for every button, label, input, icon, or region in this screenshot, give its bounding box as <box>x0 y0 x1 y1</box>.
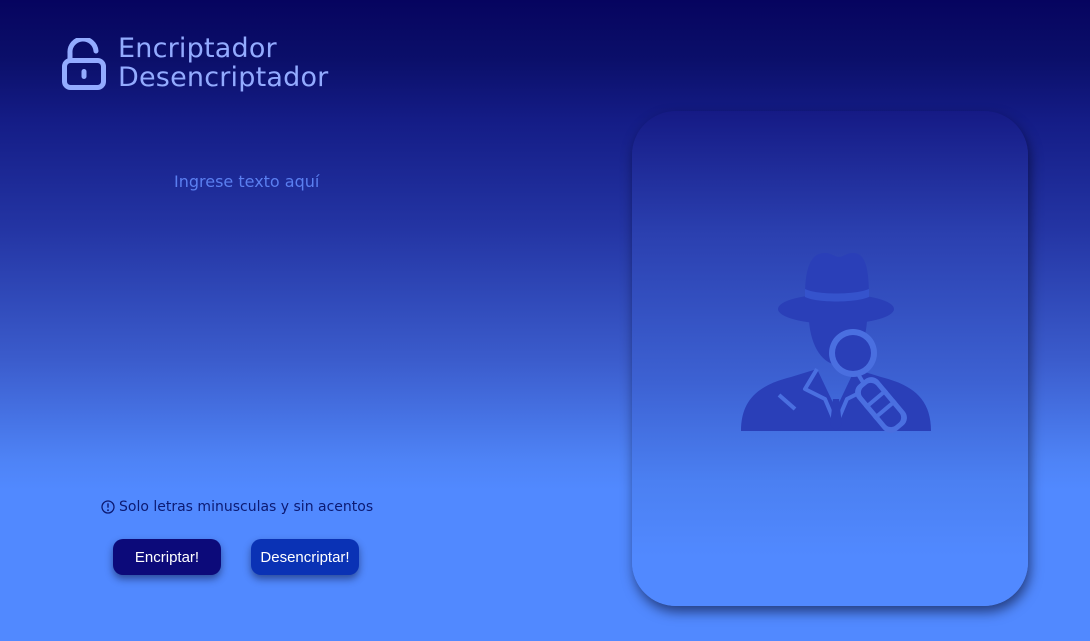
encrypt-button[interactable]: Encriptar! <box>113 539 221 575</box>
app-title-line2: Desencriptador <box>118 62 329 93</box>
info-circle-icon <box>101 500 115 514</box>
decrypt-button[interactable]: Desencriptar! <box>251 539 359 575</box>
text-input[interactable] <box>170 168 558 456</box>
unlocked-padlock-icon <box>62 38 106 90</box>
app-title-line1: Encriptador <box>118 33 277 64</box>
detective-icon <box>741 253 931 433</box>
app-header: Encriptador Desencriptador <box>62 34 328 92</box>
hint-text: Solo letras minusculas y sin acentos <box>119 499 374 515</box>
output-panel <box>632 111 1028 606</box>
input-hint: Solo letras minusculas y sin acentos <box>101 499 373 515</box>
app-title: Encriptador Desencriptador <box>118 34 328 92</box>
